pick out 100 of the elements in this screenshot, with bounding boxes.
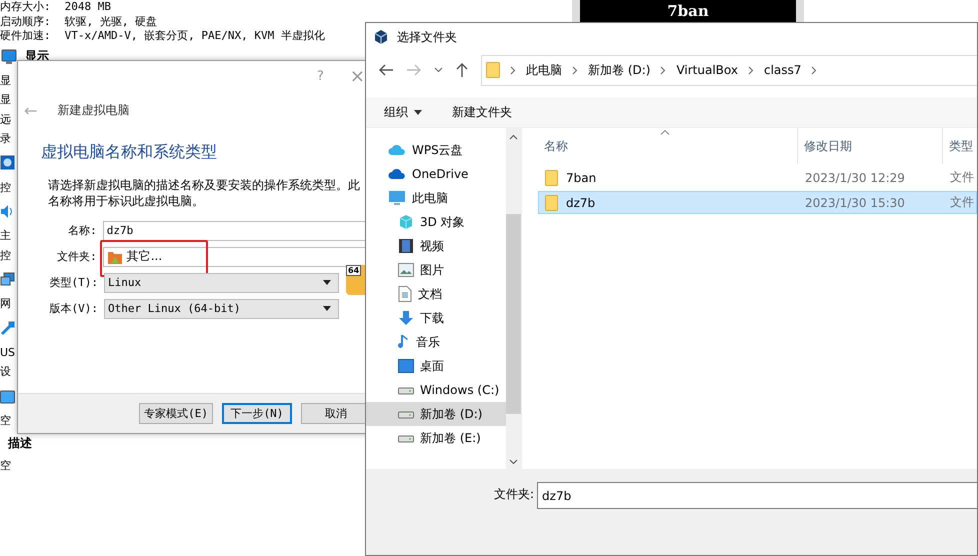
detail-label: 内存大小: xyxy=(0,0,51,14)
detail-fragment: 控 xyxy=(0,180,12,194)
detail-label: 硬件加速: xyxy=(0,29,51,44)
nav-item[interactable]: 此电脑 xyxy=(366,186,506,210)
column-header[interactable]: 名称 xyxy=(538,128,798,164)
back-arrow-icon[interactable] xyxy=(378,63,394,77)
chevron-right-icon xyxy=(660,66,666,74)
nav-label: 图片 xyxy=(420,262,444,278)
detail-fragment: 设 xyxy=(0,365,12,378)
bitness-badge: 64 xyxy=(346,265,362,276)
nav-label: 视频 xyxy=(420,238,444,254)
modified-date: 2023/1/30 15:30 xyxy=(804,196,906,210)
nav-label: 新加卷 (E:) xyxy=(420,430,481,446)
sort-up-icon xyxy=(660,130,670,135)
cube-logo-icon xyxy=(373,29,389,45)
cloud-icon xyxy=(388,144,406,156)
network-icon xyxy=(0,272,15,288)
nav-item[interactable]: OneDrive xyxy=(366,162,506,186)
speaker-icon xyxy=(0,204,15,220)
file-name: 7ban xyxy=(566,170,596,184)
nav-item[interactable]: 新加卷 (D:) xyxy=(366,402,506,426)
breadcrumb-item[interactable]: 新加卷 (D:) xyxy=(588,62,650,78)
detail-fragment: 显 xyxy=(0,93,12,106)
field-label: 文件夹: xyxy=(494,486,534,503)
chevron-right-icon xyxy=(748,66,754,74)
cube-icon xyxy=(398,214,414,230)
field-label: 名称: xyxy=(67,223,98,238)
wizard-description: 请选择新虚拟电脑的描述名称及要安装的操作系统类型。此名称将用于标识此虚拟电脑。 xyxy=(48,177,361,209)
window-title: 选择文件夹 xyxy=(397,28,457,46)
chevron-down-icon[interactable] xyxy=(434,67,443,73)
nav-label: 新加卷 (D:) xyxy=(420,406,482,422)
detail-fragment: 远 xyxy=(0,112,12,126)
file-type: 文件 xyxy=(949,169,975,186)
detail-fragment: 网 xyxy=(0,297,12,310)
detail-fragment: 主 xyxy=(0,229,12,242)
dropdown[interactable]: Other Linux (64-bit) xyxy=(104,298,339,318)
field-label: 类型(T): xyxy=(48,275,99,290)
nav-item[interactable]: 音乐 xyxy=(366,330,506,354)
detail-fragment: 空 xyxy=(0,458,12,472)
scrollbar-thumb[interactable] xyxy=(506,214,521,414)
nav-item[interactable]: Windows (C:) xyxy=(366,378,506,402)
detail-fragment: 空 xyxy=(0,414,12,428)
drive-icon xyxy=(398,433,414,443)
detail-fragment: 控 xyxy=(0,248,12,262)
column-header[interactable]: 修改日期 xyxy=(798,128,943,164)
nav-item[interactable]: WPS云盘 xyxy=(366,138,506,162)
picture-icon xyxy=(398,263,414,277)
up-arrow-icon[interactable] xyxy=(455,62,469,78)
modified-date: 2023/1/30 12:29 xyxy=(804,170,906,184)
music-note-icon xyxy=(398,334,410,350)
dropdown[interactable]: Linux xyxy=(104,272,339,292)
field-label: 文件夹: xyxy=(56,249,98,264)
dialog-button[interactable]: 下一步(N) xyxy=(222,403,292,424)
file-name: dz7b xyxy=(566,196,596,210)
scroll-down-icon[interactable] xyxy=(509,459,518,465)
detail-value: VT-x/AMD-V, 嵌套分页, PAE/NX, KVM 半虚拟化 xyxy=(64,29,325,44)
dialog-button[interactable]: 专家模式(E) xyxy=(139,403,213,424)
nav-item[interactable]: 文档 xyxy=(366,282,506,306)
down-arrow-icon xyxy=(398,310,414,326)
breadcrumb-item[interactable]: class7 xyxy=(764,63,802,77)
nav-label: 3D 对象 xyxy=(420,214,465,230)
detail-label: 启动顺序: xyxy=(0,14,51,29)
chevron-right-icon xyxy=(811,66,818,74)
column-header[interactable]: 类型 xyxy=(943,128,977,164)
drive-icon xyxy=(398,385,414,395)
detail-value: 软驱, 光驱, 硬盘 xyxy=(64,14,158,29)
wizard-title: 新建虚拟电脑 xyxy=(57,102,130,119)
file-row[interactable]: 7ban 2023/1/30 12:29 文件 xyxy=(538,166,977,189)
monitor-icon xyxy=(1,48,17,64)
file-row[interactable]: dz7b 2023/1/30 15:30 文件 xyxy=(538,191,977,214)
detail-fragment: 显 xyxy=(0,74,12,87)
organize-menu[interactable]: 组织 xyxy=(384,104,422,120)
computer-icon xyxy=(388,190,406,206)
drive-icon xyxy=(398,409,414,419)
nav-label: 音乐 xyxy=(416,334,440,350)
file-type: 文件 xyxy=(949,194,975,211)
breadcrumb-item[interactable]: 此电脑 xyxy=(526,62,562,78)
breadcrumb-item[interactable]: VirtualBox xyxy=(676,63,738,77)
nav-label: OneDrive xyxy=(412,167,468,181)
nav-label: WPS云盘 xyxy=(412,142,463,158)
desktop-icon xyxy=(398,359,414,373)
address-bar[interactable]: 此电脑 新加卷 (D:) VirtualBox class7 xyxy=(481,54,977,86)
cloud-icon xyxy=(388,168,406,180)
new-folder-button[interactable]: 新建文件夹 xyxy=(452,104,512,120)
nav-item[interactable]: 下载 xyxy=(366,306,506,330)
wizard-heading: 虚拟电脑名称和系统类型 xyxy=(41,142,218,163)
nav-item[interactable]: 新加卷 (E:) xyxy=(366,426,506,450)
film-icon xyxy=(398,238,414,254)
folder-value: 其它... xyxy=(126,248,162,265)
detail-fragment: 录 xyxy=(0,132,12,146)
nav-label: 下载 xyxy=(420,310,444,326)
nav-label: 桌面 xyxy=(420,358,444,374)
nav-item[interactable]: 桌面 xyxy=(366,354,506,378)
preview-label: 7ban xyxy=(667,2,709,20)
scroll-up-icon[interactable] xyxy=(509,134,518,140)
chevron-right-icon xyxy=(510,66,516,74)
detail-value: 2048 MB xyxy=(64,0,111,14)
nav-label: 此电脑 xyxy=(412,190,448,206)
folder-name-field[interactable]: dz7b xyxy=(537,482,977,509)
field-label: 版本(V): xyxy=(48,301,99,316)
